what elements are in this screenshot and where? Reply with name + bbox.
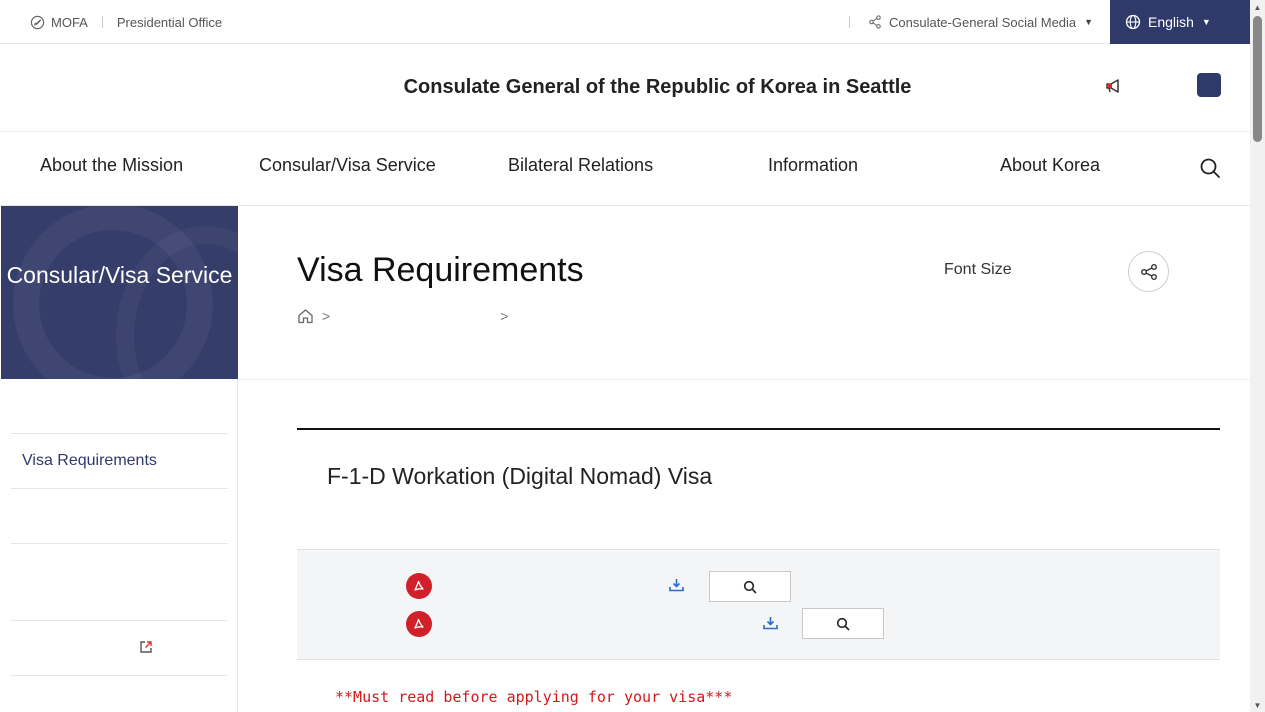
presidential-office-link[interactable]: Presidential Office bbox=[117, 15, 222, 30]
scroll-down-arrow[interactable]: ▼ bbox=[1250, 698, 1265, 712]
scrollbar-thumb[interactable] bbox=[1253, 16, 1262, 142]
download-icon[interactable] bbox=[762, 615, 779, 631]
divider bbox=[101, 16, 103, 28]
social-media-dropdown[interactable]: Consulate-General Social Media ▼ bbox=[849, 0, 1093, 44]
menu-square-button[interactable] bbox=[1197, 73, 1221, 97]
nav-bilateral-relations[interactable]: Bilateral Relations bbox=[508, 155, 653, 176]
sidebar-divider bbox=[11, 620, 228, 621]
search-icon[interactable] bbox=[1199, 157, 1221, 179]
preview-button[interactable] bbox=[802, 608, 884, 639]
top-utility-bar: MOFA Presidential Office Consulate-Gener… bbox=[0, 0, 1250, 44]
pdf-icon bbox=[406, 573, 432, 599]
pdf-icon bbox=[406, 611, 432, 637]
divider bbox=[849, 16, 850, 28]
visa-warning-text: **Must read before applying for your vis… bbox=[335, 688, 733, 706]
social-media-label: Consulate-General Social Media bbox=[889, 14, 1077, 30]
top-links: MOFA Presidential Office bbox=[30, 0, 222, 44]
sidebar-divider bbox=[11, 488, 228, 489]
font-size-control[interactable]: Font Size bbox=[944, 261, 1012, 279]
breadcrumb-separator: > bbox=[322, 308, 331, 324]
share-icon bbox=[869, 15, 881, 29]
sidebar-section-title: Consular/Visa Service bbox=[6, 262, 233, 288]
sidebar-divider bbox=[11, 675, 228, 676]
megaphone-icon[interactable] bbox=[1105, 77, 1125, 95]
preview-button[interactable] bbox=[709, 571, 791, 602]
scroll-up-arrow[interactable]: ▲ bbox=[1250, 0, 1265, 14]
site-title[interactable]: Consulate General of the Republic of Kor… bbox=[0, 76, 1265, 99]
share-icon bbox=[1140, 263, 1157, 280]
home-icon[interactable] bbox=[297, 308, 314, 324]
article-title: F-1-D Workation (Digital Nomad) Visa bbox=[327, 463, 713, 489]
article-top-rule bbox=[297, 428, 1220, 430]
nav-information[interactable]: Information bbox=[768, 155, 858, 176]
nav-about-korea[interactable]: About Korea bbox=[1000, 155, 1100, 176]
sidebar-divider bbox=[11, 543, 228, 544]
page-scrollbar[interactable]: ▲ ▼ bbox=[1250, 0, 1265, 712]
download-icon[interactable] bbox=[668, 577, 685, 593]
site-header: Consulate General of the Republic of Kor… bbox=[0, 44, 1250, 132]
page-title: Visa Requirements bbox=[297, 251, 584, 289]
share-button[interactable] bbox=[1128, 251, 1169, 292]
chevron-down-icon: ▼ bbox=[1084, 17, 1094, 27]
magnifier-icon bbox=[836, 617, 850, 630]
nav-consular-visa[interactable]: Consular/Visa Service bbox=[259, 155, 436, 176]
circle-slash-icon bbox=[30, 15, 45, 29]
globe-icon bbox=[1125, 14, 1141, 30]
sidebar-divider bbox=[11, 433, 228, 434]
mofa-label: MOFA bbox=[51, 14, 88, 30]
language-label: English bbox=[1148, 14, 1194, 30]
attachments-box bbox=[297, 549, 1220, 660]
sidebar-item-visa-requirements[interactable]: Visa Requirements bbox=[22, 452, 157, 470]
breadcrumb: > > bbox=[297, 308, 508, 324]
sidebar-border bbox=[237, 379, 238, 712]
magnifier-icon bbox=[743, 580, 757, 593]
breadcrumb-separator: > bbox=[500, 308, 509, 324]
main-navigation: About the Mission Consular/Visa Service … bbox=[0, 132, 1250, 206]
chevron-down-icon: ▼ bbox=[1201, 17, 1211, 27]
sidebar-section-banner: Consular/Visa Service bbox=[1, 206, 238, 379]
language-selector[interactable]: English ▼ bbox=[1110, 0, 1250, 44]
nav-about-mission[interactable]: About the Mission bbox=[40, 155, 183, 176]
external-link-icon[interactable] bbox=[139, 640, 153, 654]
mofa-link[interactable]: MOFA bbox=[30, 15, 88, 30]
content-header-divider bbox=[238, 379, 1250, 380]
